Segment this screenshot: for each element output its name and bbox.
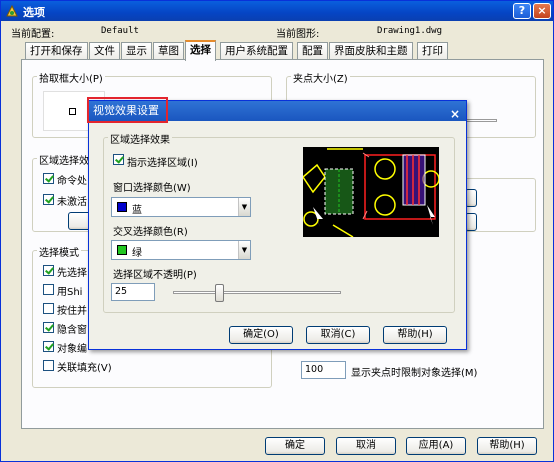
selection-mode-checkbox[interactable] bbox=[43, 360, 54, 371]
tab-user-preferences[interactable]: 用户系统配置 bbox=[220, 42, 293, 60]
app-icon bbox=[6, 4, 18, 17]
apply-button[interactable]: 应用(A) bbox=[406, 437, 466, 455]
opacity-input[interactable]: 25 bbox=[111, 283, 155, 301]
cross-color-select[interactable]: 绿 ▼ bbox=[111, 240, 251, 260]
no-command-label: 未激活 bbox=[57, 197, 87, 208]
window-color-value: 蓝 bbox=[132, 205, 142, 216]
grip-size-label: 夹点大小(Z) bbox=[291, 70, 350, 85]
profile-value: Default bbox=[101, 26, 139, 36]
opacity-slider-track[interactable] bbox=[173, 291, 341, 294]
selection-mode-checkbox[interactable] bbox=[43, 265, 54, 276]
help-title-button[interactable]: ? bbox=[513, 3, 531, 19]
selection-mode-checkbox[interactable] bbox=[43, 322, 54, 333]
drawing-label: 当前图形: bbox=[276, 29, 320, 40]
dialog-close-icon[interactable]: × bbox=[450, 104, 460, 124]
indicate-area-label: 指示选择区域(I) bbox=[127, 158, 198, 169]
pickbox-label: 拾取框大小(P) bbox=[37, 70, 105, 85]
selection-preview-label: 区域选择效 bbox=[37, 152, 91, 167]
opacity-label: 选择区域不透明(P) bbox=[113, 270, 197, 281]
selection-preview-image bbox=[303, 147, 439, 237]
window-color-swatch bbox=[117, 202, 127, 212]
cancel-button[interactable]: 取消 bbox=[336, 437, 396, 455]
tab-open-save[interactable]: 打开和保存 bbox=[25, 42, 88, 60]
indicate-area-checkbox[interactable] bbox=[113, 154, 124, 165]
selection-mode-label: 按住并 bbox=[57, 306, 87, 317]
tab-profiles[interactable]: 配置 bbox=[297, 42, 328, 60]
grip-limit-input[interactable]: 100 bbox=[301, 361, 346, 379]
close-title-button[interactable]: × bbox=[533, 3, 551, 19]
selection-mode-label: 隐含窗 bbox=[57, 325, 87, 336]
ok-button[interactable]: 确定 bbox=[265, 437, 325, 455]
window-title: 选项 bbox=[23, 6, 45, 19]
drawing-value: Drawing1.dwg bbox=[377, 26, 443, 36]
cross-color-label: 交叉选择颜色(R) bbox=[113, 227, 188, 238]
cross-color-value: 绿 bbox=[132, 248, 142, 259]
command-active-checkbox[interactable] bbox=[43, 173, 54, 184]
selection-mode-label: 用Shi bbox=[57, 287, 83, 298]
chevron-down-icon[interactable]: ▼ bbox=[238, 198, 250, 216]
title-bar[interactable]: 选项 ? × bbox=[1, 1, 553, 21]
tab-skin-theme[interactable]: 界面皮肤和主题 bbox=[329, 42, 413, 60]
window-color-label: 窗口选择颜色(W) bbox=[113, 183, 191, 194]
tab-files[interactable]: 文件 bbox=[89, 42, 120, 60]
window-color-select[interactable]: 蓝 ▼ bbox=[111, 197, 251, 217]
opacity-slider-thumb[interactable] bbox=[215, 284, 224, 302]
no-command-checkbox[interactable] bbox=[43, 194, 54, 205]
tab-plot[interactable]: 打印 bbox=[417, 42, 448, 60]
chevron-down-icon[interactable]: ▼ bbox=[238, 241, 250, 259]
selection-mode-checkbox[interactable] bbox=[43, 303, 54, 314]
tab-selection[interactable]: 选择 bbox=[185, 40, 216, 61]
tab-display[interactable]: 显示 bbox=[121, 42, 152, 60]
help-button[interactable]: 帮助(H) bbox=[477, 437, 537, 455]
selection-mode-label: 关联填充(V) bbox=[57, 363, 112, 374]
area-selection-label: 区域选择效果 bbox=[108, 131, 172, 146]
dialog-cancel-button[interactable]: 取消(C) bbox=[306, 326, 370, 344]
command-active-label: 命令处 bbox=[57, 176, 87, 187]
tab-drafting[interactable]: 草图 bbox=[153, 42, 184, 60]
grip-limit-label: 显示夹点时限制对象选择(M) bbox=[351, 368, 478, 379]
dialog-help-button[interactable]: 帮助(H) bbox=[383, 326, 447, 344]
dialog-title-highlight bbox=[87, 97, 168, 123]
profile-label: 当前配置: bbox=[11, 29, 55, 40]
selection-mode-label: 对象编 bbox=[57, 344, 87, 355]
selection-mode-label: 选择模式 bbox=[37, 244, 81, 259]
dialog-ok-button[interactable]: 确定(O) bbox=[229, 326, 293, 344]
visual-effects-dialog: 视觉效果设置 × 区域选择效果 指示选择区域(I) 窗口选择颜色(W) 蓝 ▼ … bbox=[88, 100, 467, 350]
selection-mode-label: 先选择 bbox=[57, 268, 87, 279]
cross-color-swatch bbox=[117, 245, 127, 255]
selection-mode-checkbox[interactable] bbox=[43, 341, 54, 352]
selection-mode-checkbox[interactable] bbox=[43, 284, 54, 295]
pickbox-square-icon bbox=[69, 108, 76, 115]
